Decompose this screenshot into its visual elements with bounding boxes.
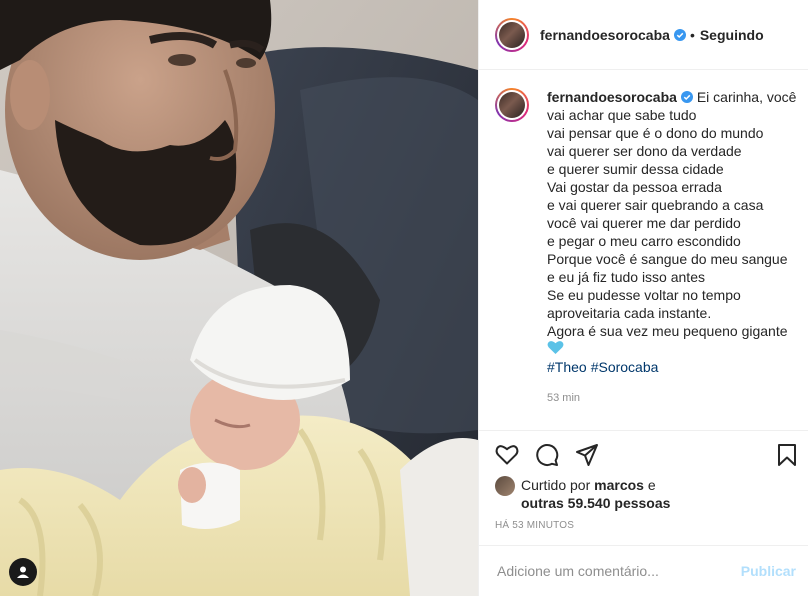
caption-line: Porque você é sangue do meu sangue xyxy=(547,251,788,267)
caption-line: aproveitaria cada instante. xyxy=(547,305,712,321)
user-tag-icon xyxy=(17,566,29,578)
photo-illustration xyxy=(0,0,478,596)
liker-avatar[interactable] xyxy=(495,476,515,496)
post-modal: fernandoesorocaba • Seguindo fernandoeso… xyxy=(0,0,808,596)
likes-text: Curtido por marcos e outras 59.540 pesso… xyxy=(521,476,670,512)
separator-dot: • xyxy=(689,26,695,43)
heart-emoji-line xyxy=(547,340,796,358)
caption-line: vai achar que sabe tudo xyxy=(547,107,697,123)
caption-avatar[interactable] xyxy=(495,88,529,122)
caption-line: e pegar o meu carro escondido xyxy=(547,233,741,249)
likes-middle: e xyxy=(647,477,656,493)
liker-username[interactable]: marcos xyxy=(594,477,644,493)
post-timestamp[interactable]: HÁ 53 MINUTOS xyxy=(495,520,574,531)
author-username[interactable]: fernandoesorocaba xyxy=(540,27,670,43)
caption-timestamp: 53 min xyxy=(547,392,581,404)
caption-line: Se eu pudesse voltar no tempo xyxy=(547,287,741,303)
post-photo[interactable] xyxy=(0,0,478,596)
likes-count-link[interactable]: outras 59.540 pessoas xyxy=(521,495,670,511)
caption-line: e vai querer sair quebrando a casa xyxy=(547,197,764,213)
caption-line: vai pensar que é o dono do mundo xyxy=(547,125,764,141)
post-header: fernandoesorocaba • Seguindo xyxy=(479,0,808,70)
verified-badge-icon xyxy=(680,91,693,103)
caption-line: e querer sumir dessa cidade xyxy=(547,161,724,177)
likes-summary: Curtido por marcos e outras 59.540 pesso… xyxy=(495,476,670,512)
caption-line: vai querer ser dono da verdade xyxy=(547,143,742,159)
action-bar xyxy=(479,430,808,481)
caption-text: fernandoesorocaba Ei carinha, você vai a… xyxy=(547,88,796,428)
caption-line: você vai querer me dar perdido xyxy=(547,215,741,231)
caption-line: e eu já fiz tudo isso antes xyxy=(547,269,705,285)
user-tag-button[interactable] xyxy=(9,558,37,586)
caption-line: Vai gostar da pessoa errada xyxy=(547,179,722,195)
caption-first-line: Ei carinha, você xyxy=(696,89,797,105)
comment-icon[interactable] xyxy=(535,443,559,467)
caption: fernandoesorocaba Ei carinha, você vai a… xyxy=(479,70,808,428)
caption-line: Agora é sua vez meu pequeno gigante xyxy=(547,323,788,339)
heart-icon[interactable] xyxy=(495,443,519,465)
hashtag-link[interactable]: #Sorocaba xyxy=(591,359,659,375)
post-side-panel: fernandoesorocaba • Seguindo fernandoeso… xyxy=(478,0,808,596)
verified-badge-icon xyxy=(673,28,686,41)
hashtags: #Theo #Sorocaba xyxy=(547,358,796,376)
blue-heart-icon xyxy=(547,341,564,354)
author-avatar[interactable] xyxy=(495,17,529,52)
share-icon[interactable] xyxy=(575,443,599,467)
hashtag-link[interactable]: #Theo xyxy=(547,359,587,375)
bookmark-icon[interactable] xyxy=(776,443,798,467)
comment-bar: Publicar xyxy=(479,545,808,596)
caption-username[interactable]: fernandoesorocaba xyxy=(547,89,677,105)
comment-input[interactable] xyxy=(495,562,741,580)
likes-prefix: Curtido por xyxy=(521,477,591,493)
follow-status-button[interactable]: Seguindo xyxy=(700,27,764,43)
publish-button[interactable]: Publicar xyxy=(741,563,796,579)
